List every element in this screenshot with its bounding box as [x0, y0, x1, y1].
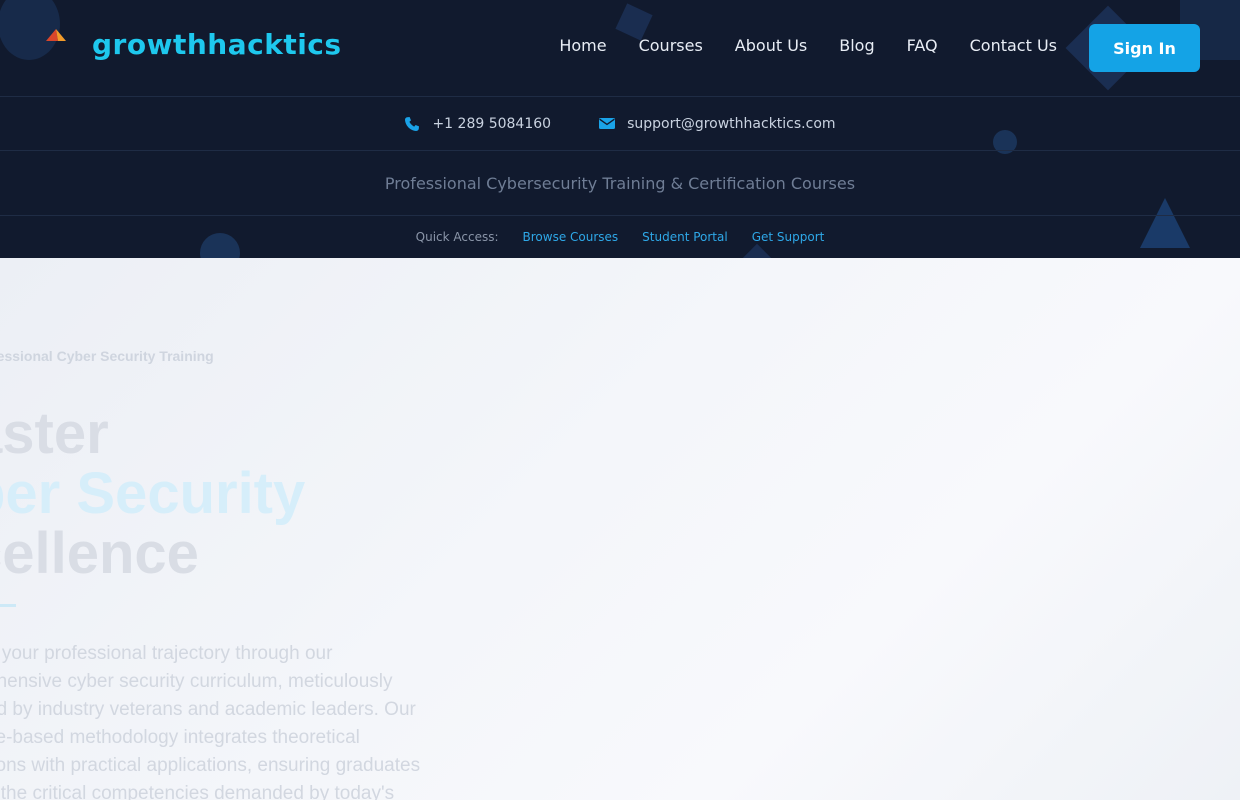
navbar: growthhacktics Home Courses About Us Blo… [0, 0, 1240, 97]
hero-title: aster ber Security cellence [0, 404, 305, 584]
hero-eyebrow: fessional Cyber Security Training [0, 348, 214, 364]
hero-description-line: ehensive cyber security curriculum, meti… [0, 671, 393, 692]
nav-blog[interactable]: Blog [839, 36, 874, 55]
quick-access-label: Quick Access: [415, 230, 499, 244]
sign-in-button[interactable]: Sign In [1089, 24, 1200, 72]
hero-title-line: cellence [0, 521, 199, 586]
phone-number: +1 289 5084160 [432, 115, 552, 132]
hero-section: fessional Cyber Security Training aster … [0, 258, 1240, 800]
quick-link-browse-courses[interactable]: Browse Courses [523, 230, 619, 244]
tagline: Professional Cybersecurity Training & Ce… [0, 151, 1240, 216]
nav-courses[interactable]: Courses [639, 36, 703, 55]
quick-access-bar: Quick Access: Browse Courses Student Por… [0, 216, 1240, 258]
hero-description-line: tions with practical applications, ensur… [0, 755, 421, 776]
site-header: growthhacktics Home Courses About Us Blo… [0, 0, 1240, 258]
hero-title-line-highlight: ber Security [0, 461, 306, 526]
brand-logo[interactable]: growthhacktics [92, 28, 342, 61]
hero-description-line: ed by industry veterans and academic lea… [0, 699, 416, 720]
main-nav: Home Courses About Us Blog FAQ Contact U… [559, 36, 1057, 55]
hero-divider [0, 604, 16, 607]
hero-description-line: ce-based methodology integrates theoreti… [0, 727, 360, 748]
tagline-text: Professional Cybersecurity Training & Ce… [384, 173, 856, 193]
nav-contact-us[interactable]: Contact Us [970, 36, 1057, 55]
quick-link-student-portal[interactable]: Student Portal [642, 230, 728, 244]
contact-bar: +1 289 5084160 support@growthhacktics.co… [0, 97, 1240, 151]
email-address: support@growthhacktics.com [627, 115, 836, 132]
hero-title-line: aster [0, 401, 109, 466]
quick-link-get-support[interactable]: Get Support [752, 230, 825, 244]
hero-description: e your professional trajectory through o… [0, 640, 466, 800]
hero-description-line: s the critical competencies demanded by … [0, 783, 395, 800]
email-contact[interactable]: support@growthhacktics.com [599, 115, 836, 132]
nav-faq[interactable]: FAQ [907, 36, 938, 55]
nav-home[interactable]: Home [559, 36, 606, 55]
nav-about-us[interactable]: About Us [735, 36, 807, 55]
envelope-icon [599, 118, 616, 129]
logo-mark-icon [46, 29, 66, 41]
hero-description-line: e your professional trajectory through o… [0, 643, 333, 664]
phone-contact[interactable]: +1 289 5084160 [404, 116, 551, 132]
phone-icon [405, 116, 420, 131]
